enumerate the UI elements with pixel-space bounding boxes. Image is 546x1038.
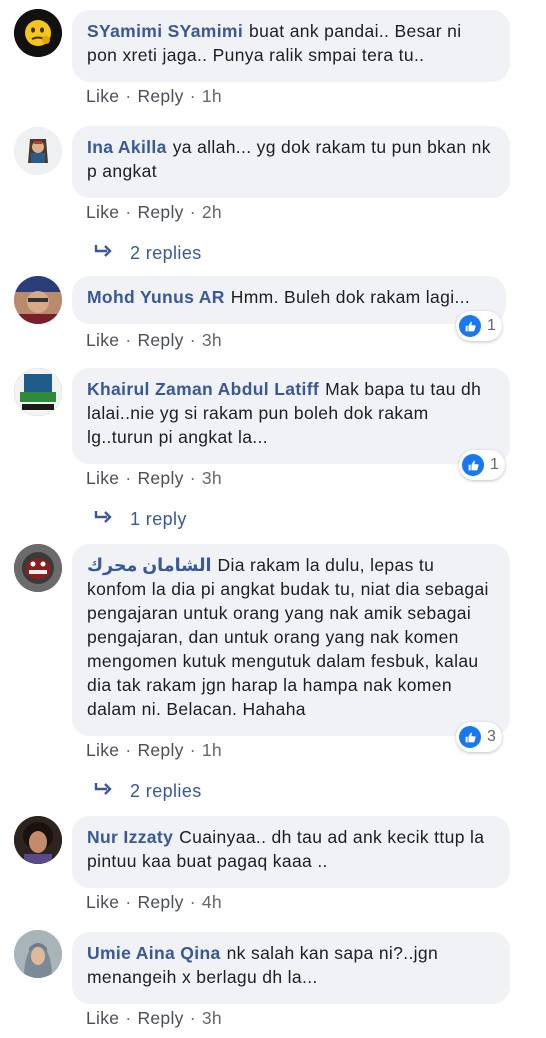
like-link[interactable]: Like — [86, 86, 119, 106]
comment-time[interactable]: 2h — [202, 202, 222, 222]
reply-link[interactable]: Reply — [137, 330, 183, 350]
user-avatar-icon — [14, 930, 62, 978]
separator: · — [189, 1008, 196, 1028]
user-avatar-icon — [14, 816, 62, 864]
separator: · — [125, 86, 132, 106]
comment-time[interactable]: 1h — [202, 740, 222, 760]
comment-actions: Like · Reply · 3h — [86, 468, 222, 489]
comment-bubble: Umie Aina Qina nk salah kan sapa ni?..jgn… — [72, 932, 510, 1004]
comment-author[interactable]: Nur Izzaty — [87, 827, 173, 847]
comment-text: Dia rakam la dulu, lepas tu konfom la di… — [87, 555, 489, 719]
comment-actions: Like · Reply · 4h — [86, 892, 222, 913]
like-link[interactable]: Like — [86, 202, 119, 222]
reply-link[interactable]: Reply — [137, 202, 183, 222]
like-link[interactable]: Like — [86, 892, 119, 912]
comment-author[interactable]: Mohd Yunus AR — [87, 287, 225, 307]
comment-bubble: Ina Akilla ya allah... yg dok rakam tu pu… — [72, 126, 510, 198]
comment-time[interactable]: 3h — [202, 1008, 222, 1028]
comment-bubble: Khairul Zaman Abdul Latiff Mak bapa tu ta… — [72, 368, 510, 464]
like-link[interactable]: Like — [86, 468, 119, 488]
reaction-count: 1 — [490, 456, 499, 473]
avatar[interactable] — [14, 816, 62, 864]
reply-arrow-icon — [94, 781, 116, 802]
comment-actions: Like · Reply · 3h — [86, 1008, 222, 1029]
separator: · — [189, 202, 196, 222]
emoji-avatar[interactable] — [14, 9, 62, 57]
replies-count[interactable]: 1 reply — [130, 509, 187, 529]
avatar[interactable] — [14, 276, 62, 324]
reaction-badge[interactable]: 3 — [456, 722, 502, 752]
replies-count[interactable]: 2 replies — [130, 243, 202, 263]
avatar[interactable] — [14, 930, 62, 978]
comment-author[interactable]: SYamimi SYamimi — [87, 21, 243, 41]
separator: · — [125, 892, 132, 912]
reply-link[interactable]: Reply — [137, 740, 183, 760]
comment-author[interactable]: Umie Aina Qina — [87, 943, 221, 963]
like-reaction-icon — [459, 726, 481, 748]
reaction-badge[interactable]: 1 — [459, 450, 505, 480]
comment-bubble: Nur Izzaty Cuainyaa.. dh tau ad ank kecik… — [72, 816, 510, 888]
comment-actions: Like · Reply · 2h — [86, 202, 222, 223]
reply-arrow-icon — [94, 509, 116, 530]
separator: · — [189, 468, 196, 488]
reaction-count: 1 — [487, 317, 496, 334]
comment-bubble: الشامان محرك Dia rakam la dulu, lepas tu … — [72, 544, 510, 736]
comment-bubble: Mohd Yunus AR Hmm. Buleh dok rakam lagi..… — [72, 276, 506, 324]
comment-author[interactable]: الشامان محرك — [87, 555, 212, 575]
separator: · — [125, 740, 132, 760]
view-replies-link[interactable]: 1 reply — [94, 509, 187, 530]
reply-arrow-icon — [94, 243, 116, 264]
reply-link[interactable]: Reply — [137, 86, 183, 106]
like-reaction-icon — [462, 454, 484, 476]
separator: · — [189, 330, 196, 350]
comment-actions: Like · Reply · 1h — [86, 740, 222, 761]
avatar[interactable] — [14, 368, 62, 416]
separator: · — [125, 202, 132, 222]
separator: · — [189, 892, 196, 912]
comment-author[interactable]: Khairul Zaman Abdul Latiff — [87, 379, 319, 399]
separator: · — [189, 740, 196, 760]
reply-link[interactable]: Reply — [137, 468, 183, 488]
user-avatar-icon — [14, 127, 62, 175]
thinking-emoji-icon — [14, 9, 62, 57]
like-link[interactable]: Like — [86, 1008, 119, 1028]
avatar[interactable] — [14, 544, 62, 592]
user-avatar-icon — [14, 276, 62, 324]
like-reaction-icon — [459, 315, 481, 337]
comment-text: Hmm. Buleh dok rakam lagi... — [230, 287, 471, 307]
comment-actions: Like · Reply · 1h — [86, 86, 222, 107]
view-replies-link[interactable]: 2 replies — [94, 781, 202, 802]
user-avatar-icon — [14, 368, 62, 416]
reaction-badge[interactable]: 1 — [456, 311, 502, 341]
view-replies-link[interactable]: 2 replies — [94, 243, 202, 264]
comment-time[interactable]: 1h — [202, 86, 222, 106]
reaction-count: 3 — [487, 728, 496, 745]
comment-actions: Like · Reply · 3h — [86, 330, 222, 351]
replies-count[interactable]: 2 replies — [130, 781, 202, 801]
comment-author[interactable]: Ina Akilla — [87, 137, 167, 157]
reply-link[interactable]: Reply — [137, 892, 183, 912]
comment-time[interactable]: 4h — [202, 892, 222, 912]
like-link[interactable]: Like — [86, 330, 119, 350]
separator: · — [125, 330, 132, 350]
avatar[interactable] — [14, 127, 62, 175]
comment-time[interactable]: 3h — [202, 468, 222, 488]
separator: · — [125, 468, 132, 488]
reply-link[interactable]: Reply — [137, 1008, 183, 1028]
comment-bubble: SYamimi SYamimi buat ank pandai.. Besar n… — [72, 10, 510, 82]
like-link[interactable]: Like — [86, 740, 119, 760]
separator: · — [189, 86, 196, 106]
separator: · — [125, 1008, 132, 1028]
user-avatar-icon — [14, 544, 62, 592]
comment-time[interactable]: 3h — [202, 330, 222, 350]
